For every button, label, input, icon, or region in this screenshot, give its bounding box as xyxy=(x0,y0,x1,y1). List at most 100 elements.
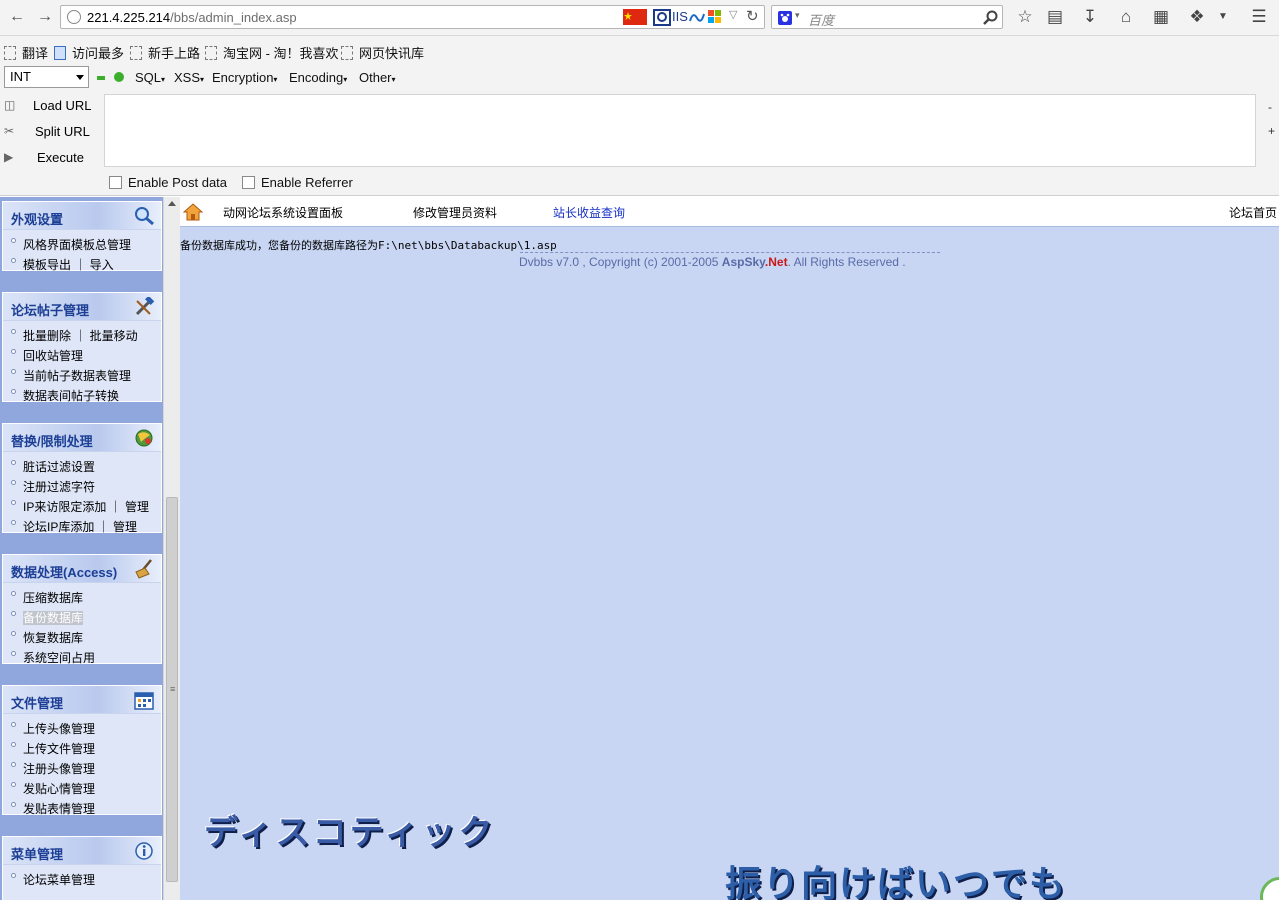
menu-section-header[interactable]: 论坛帖子管理 xyxy=(3,293,161,321)
search-placeholder[interactable]: 百度 xyxy=(808,10,834,29)
menu-item-ip-limit[interactable]: IP来访限定添加 ｜ 管理 xyxy=(9,496,161,516)
int-select[interactable]: INT xyxy=(4,66,89,88)
bookmark-page-icon xyxy=(341,46,353,60)
url-textarea[interactable] xyxy=(104,94,1256,167)
home-icon[interactable] xyxy=(183,203,203,221)
other-menu[interactable]: Other▾ xyxy=(359,70,396,85)
bullet-icon xyxy=(11,631,16,636)
admin-main-frame: 动网论坛系统设置面板 修改管理员资料 站长收益查询 论坛首页 备份数据库成功，您… xyxy=(180,197,1279,900)
corner-badge-icon xyxy=(1260,877,1279,900)
decrease-icon[interactable] xyxy=(97,76,105,80)
menu-item-register-filter[interactable]: 注册过滤字符 xyxy=(9,476,161,496)
nav-system-settings[interactable]: 动网论坛系统设置面板 xyxy=(223,204,343,221)
menu-item-style-templates[interactable]: 风格界面模板总管理 xyxy=(9,234,161,254)
reload-icon[interactable]: ↻ xyxy=(746,7,759,25)
scrollbar-thumb[interactable]: ≡ xyxy=(166,497,178,882)
menu-item-table-transfer[interactable]: 数据表间帖子转换 xyxy=(9,385,161,405)
bookmark-most-visited[interactable]: 访问最多 xyxy=(54,43,124,62)
forward-icon[interactable]: → xyxy=(34,6,56,28)
menu-item-forum-menu[interactable]: 论坛菜单管理 xyxy=(9,869,161,889)
menu-section-posts: 论坛帖子管理 批量删除 ｜ 批量移动 回收站管理 当前帖子数据表管理 数据表间帖… xyxy=(2,292,162,405)
search-engine-dropdown-icon[interactable]: ▾ xyxy=(795,10,800,21)
site-identity-icon[interactable] xyxy=(67,10,81,24)
dropdown-arrow-icon[interactable]: ▽ xyxy=(729,8,737,25)
bullet-icon xyxy=(11,782,16,787)
nav-revenue-query[interactable]: 站长收益查询 xyxy=(553,204,625,221)
menu-item-compact-db[interactable]: 压缩数据库 xyxy=(9,587,161,607)
execute-button[interactable]: ▶ Execute xyxy=(0,146,100,170)
menu-item-batch-delete-move[interactable]: 批量删除 ｜ 批量移动 xyxy=(9,325,161,345)
menu-item-avatar-uploads[interactable]: 上传头像管理 xyxy=(9,718,161,738)
scroll-grip-icon: ≡ xyxy=(170,684,176,694)
menu-item-backup-db[interactable]: 备份数据库 xyxy=(9,607,161,627)
baidu-icon[interactable] xyxy=(777,10,793,26)
bookmark-web-slices[interactable]: 网页快讯库 xyxy=(341,43,424,62)
menu-item-template-export-import[interactable]: 模板导出 ｜ 导入 xyxy=(9,254,161,274)
bookmark-star-icon[interactable]: ☆ xyxy=(1014,7,1036,29)
encoding-menu[interactable]: Encoding▾ xyxy=(289,70,347,85)
menu-item-space-usage[interactable]: 系统空间占用 xyxy=(9,647,161,667)
select-arrow-icon xyxy=(76,75,84,80)
sql-menu[interactable]: SQL▾ xyxy=(135,70,165,85)
search-bar[interactable]: ▾ 百度 xyxy=(771,5,1003,29)
download-icon[interactable]: ↧ xyxy=(1079,7,1101,29)
windows-icon xyxy=(708,10,721,23)
info-icon xyxy=(135,842,153,860)
bookmark-getting-started[interactable]: 新手上路 xyxy=(130,43,200,62)
tools-icon xyxy=(135,297,155,316)
menu-section-header[interactable]: 数据处理(Access) xyxy=(3,555,161,583)
hamburger-menu-icon[interactable]: ☰ xyxy=(1248,7,1270,29)
china-flag-icon xyxy=(623,9,647,25)
search-icon[interactable] xyxy=(983,10,998,25)
menu-section-menus: 菜单管理 论坛菜单管理 xyxy=(2,836,162,900)
menu-section-header[interactable]: 文件管理 xyxy=(3,686,161,714)
bullet-icon xyxy=(11,611,16,616)
url-bar[interactable]: 221.4.225.214/bbs/admin_index.asp IIS ▽ … xyxy=(60,5,765,29)
bullet-icon xyxy=(11,480,16,485)
expand-button[interactable]: + xyxy=(1268,124,1275,138)
addon-dropdown-icon[interactable]: ▼ xyxy=(1212,7,1234,29)
shrink-button[interactable]: - xyxy=(1268,100,1272,114)
play-icon: ▶ xyxy=(4,150,14,164)
menu-item-recycle-bin[interactable]: 回收站管理 xyxy=(9,345,161,365)
home-button-icon[interactable]: ⌂ xyxy=(1115,7,1137,29)
bullet-icon xyxy=(11,460,16,465)
bullet-icon xyxy=(11,500,16,505)
menu-section-header[interactable]: 替换/限制处理 xyxy=(3,424,161,452)
menu-section-header[interactable]: 外观设置 xyxy=(3,202,161,230)
background-banner-text-2: 振り向けばいつでも xyxy=(725,864,1068,900)
load-url-button[interactable]: ◫ Load URL xyxy=(0,94,100,118)
sidebar-scrollbar[interactable]: ≡ xyxy=(163,197,180,900)
bookmark-translate[interactable]: 翻译 xyxy=(4,43,48,62)
bullet-icon xyxy=(11,802,16,807)
addon-icon[interactable]: ❖ xyxy=(1186,7,1208,29)
menu-item-restore-db[interactable]: 恢复数据库 xyxy=(9,627,161,647)
magnifier-icon xyxy=(135,207,154,226)
menu-item-post-tables[interactable]: 当前帖子数据表管理 xyxy=(9,365,161,385)
post-checkbox-box[interactable] xyxy=(109,176,122,189)
back-icon[interactable]: ← xyxy=(6,6,28,28)
backup-success-message: 备份数据库成功，您备份的数据库路径为F:\net\bbs\Databackup\… xyxy=(180,239,557,252)
bullet-icon xyxy=(11,520,16,525)
xss-menu[interactable]: XSS▾ xyxy=(174,70,204,85)
menu-section-header[interactable]: 菜单管理 xyxy=(3,837,161,865)
split-url-button[interactable]: ✂ Split URL xyxy=(0,120,100,144)
menu-item-ip-library[interactable]: 论坛IP库添加 ｜ 管理 xyxy=(9,516,161,536)
menu-item-post-emoticons[interactable]: 发贴表情管理 xyxy=(9,798,161,818)
bookmark-taobao[interactable]: 淘宝网 - 淘！我喜欢 xyxy=(205,43,339,62)
menu-item-file-uploads[interactable]: 上传文件管理 xyxy=(9,738,161,758)
menu-item-register-avatars[interactable]: 注册头像管理 xyxy=(9,758,161,778)
nav-forum-home[interactable]: 论坛首页 xyxy=(1229,204,1277,221)
url-text[interactable]: 221.4.225.214/bbs/admin_index.asp xyxy=(87,10,297,25)
enable-post-checkbox[interactable]: Enable Post data xyxy=(109,175,227,190)
encryption-menu[interactable]: Encryption▾ xyxy=(212,70,277,85)
bookmarks-menu-icon[interactable]: ▤ xyxy=(1044,7,1066,29)
referrer-checkbox-box[interactable] xyxy=(242,176,255,189)
menu-item-post-moods[interactable]: 发贴心情管理 xyxy=(9,778,161,798)
enable-referrer-checkbox[interactable]: Enable Referrer xyxy=(242,175,353,190)
reader-view-icon[interactable]: ▦ xyxy=(1150,7,1172,29)
scroll-up-arrow-icon[interactable] xyxy=(168,201,176,206)
increase-icon[interactable] xyxy=(114,72,124,82)
nav-edit-admin-profile[interactable]: 修改管理员资料 xyxy=(413,204,497,221)
menu-item-word-filter[interactable]: 脏话过滤设置 xyxy=(9,456,161,476)
